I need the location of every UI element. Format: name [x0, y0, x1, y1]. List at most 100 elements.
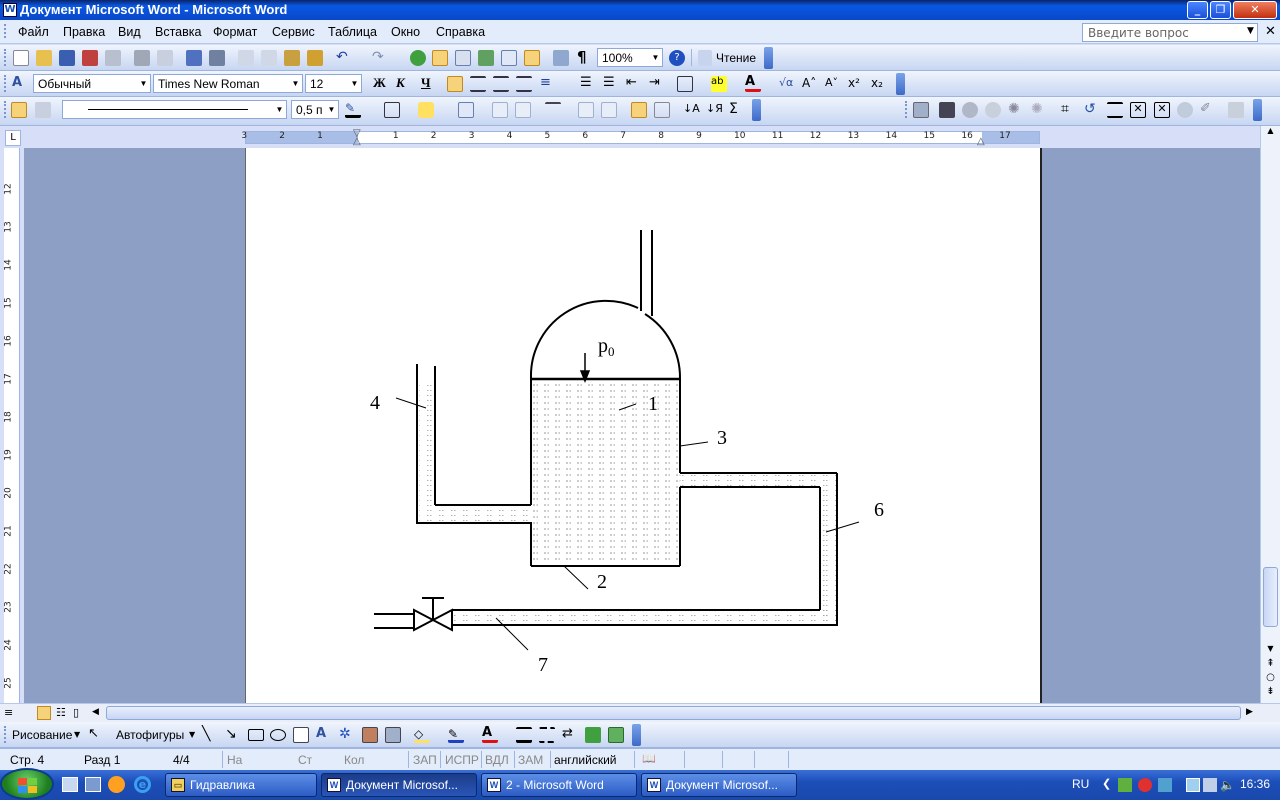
- reset-picture-icon[interactable]: [1228, 102, 1244, 118]
- normal-view-icon[interactable]: ≡: [4, 706, 13, 719]
- more-contrast-icon[interactable]: [962, 102, 978, 118]
- underline-button[interactable]: Ч: [421, 75, 431, 91]
- rotate-left-icon[interactable]: ↺: [1084, 102, 1100, 118]
- show-formatting-icon[interactable]: ¶: [577, 50, 593, 66]
- scroll-up-icon[interactable]: ▲: [1263, 126, 1278, 138]
- toolbar-grip[interactable]: [4, 101, 7, 118]
- horizontal-scrollbar[interactable]: ≡ ☷ ▯ ◀ ▶: [0, 703, 1280, 722]
- arrow-style-icon[interactable]: ⇄: [562, 727, 578, 743]
- clip-art-icon[interactable]: [362, 727, 378, 743]
- taskbar-item-document-2[interactable]: W Документ Microsof...: [641, 773, 797, 797]
- scroll-thumb[interactable]: [1263, 567, 1278, 627]
- insert-table-icon[interactable]: [458, 102, 474, 118]
- paste-icon[interactable]: [284, 50, 300, 66]
- less-contrast-icon[interactable]: [985, 102, 1001, 118]
- increase-indent-icon[interactable]: ⇥: [649, 76, 665, 92]
- menu-edit[interactable]: Правка: [63, 25, 105, 39]
- start-button[interactable]: [0, 768, 54, 800]
- color-icon[interactable]: [939, 102, 955, 118]
- autoformat-icon[interactable]: [631, 102, 647, 118]
- eraser-icon[interactable]: [35, 102, 51, 118]
- scroll-right-icon[interactable]: ▶: [1246, 707, 1253, 717]
- language-indicator[interactable]: RU: [1072, 777, 1089, 791]
- align-right-icon[interactable]: [493, 76, 509, 92]
- more-brightness-icon[interactable]: ✺: [1008, 102, 1024, 118]
- email-icon[interactable]: [105, 50, 121, 66]
- status-overtype[interactable]: ЗАМ: [518, 753, 543, 767]
- sort-descending-icon[interactable]: ↓Я: [706, 102, 723, 118]
- previous-page-icon[interactable]: ⇞: [1263, 658, 1278, 670]
- scroll-left-icon[interactable]: ◀: [92, 707, 99, 717]
- align-center-icon[interactable]: [470, 76, 486, 92]
- reading-mode-icon[interactable]: [698, 50, 712, 66]
- network-icon[interactable]: [1186, 778, 1200, 792]
- align-left-icon[interactable]: [447, 76, 463, 92]
- align-cell-icon[interactable]: [545, 102, 561, 118]
- copy-icon[interactable]: [261, 50, 277, 66]
- merge-cells-icon[interactable]: [492, 102, 508, 118]
- research-icon[interactable]: [209, 50, 225, 66]
- volume-icon[interactable]: 🔈: [1220, 778, 1235, 792]
- dash-style-icon[interactable]: [539, 727, 555, 743]
- line-weight-icon[interactable]: [516, 727, 532, 743]
- line-style-icon[interactable]: [1107, 102, 1123, 118]
- vertical-scrollbar[interactable]: ▲ ▼ ⇞ ○ ⇟: [1260, 126, 1280, 703]
- toolbar-grip[interactable]: [4, 726, 7, 743]
- superscript-icon[interactable]: x²: [848, 76, 864, 92]
- menu-view[interactable]: Вид: [118, 25, 141, 39]
- rectangle-icon[interactable]: [248, 729, 264, 741]
- toolbar-options-icon[interactable]: [764, 47, 773, 69]
- toolbar-options-icon[interactable]: [752, 99, 761, 121]
- border-color-icon[interactable]: ✎: [345, 102, 361, 118]
- spelling-status-icon[interactable]: 📖: [642, 752, 664, 766]
- compress-pictures-icon[interactable]: ✕: [1130, 102, 1146, 118]
- text-box-icon[interactable]: [293, 727, 309, 743]
- toolbar-grip[interactable]: [4, 49, 7, 66]
- styles-formatting-icon[interactable]: A: [12, 76, 28, 92]
- grow-font-icon[interactable]: A˄: [802, 76, 818, 92]
- clock[interactable]: 16:36: [1240, 777, 1270, 791]
- numbering-icon[interactable]: ☰: [580, 76, 596, 92]
- help-icon[interactable]: ?: [669, 50, 685, 66]
- right-indent-icon[interactable]: △: [977, 136, 985, 147]
- autoshapes-button[interactable]: Автофигуры: [116, 728, 184, 742]
- taskbar-item-gidravlika[interactable]: ▭ Гидравлика: [165, 773, 317, 797]
- taskbar-item-word-group[interactable]: W 2 - Microsoft Word: [481, 773, 637, 797]
- horizontal-scroll-thumb[interactable]: [106, 706, 1241, 720]
- menu-grip[interactable]: [4, 24, 14, 38]
- antivirus-icon[interactable]: [1138, 778, 1152, 792]
- left-indent-icon[interactable]: △: [353, 136, 361, 147]
- insert-picture-icon[interactable]: [913, 102, 929, 118]
- tab-selector-icon[interactable]: L: [5, 130, 21, 146]
- reading-view-icon[interactable]: ▯: [73, 706, 79, 719]
- split-cells-icon[interactable]: [515, 102, 531, 118]
- tables-borders-icon[interactable]: [432, 50, 448, 66]
- distribute-columns-icon[interactable]: [601, 102, 617, 118]
- vertical-ruler[interactable]: 12 13 14 15 16 17 18 19 20 21 22 23 24 25: [4, 148, 20, 703]
- menu-table[interactable]: Таблица: [328, 25, 377, 39]
- status-language[interactable]: английский: [554, 753, 616, 767]
- media-player-icon[interactable]: [108, 776, 125, 793]
- hyperlink-icon[interactable]: [410, 50, 426, 66]
- undo-icon[interactable]: ↶: [336, 50, 352, 66]
- arrow-icon[interactable]: ↘: [225, 727, 241, 743]
- chevron-left-icon[interactable]: ❮: [1102, 777, 1111, 790]
- toolbar-options-icon[interactable]: [896, 73, 905, 95]
- format-painter-icon[interactable]: [307, 50, 323, 66]
- drawing-toggle-icon[interactable]: [524, 50, 540, 66]
- safely-remove-icon[interactable]: [1203, 778, 1217, 792]
- set-transparent-color-icon[interactable]: ✐: [1200, 102, 1216, 118]
- cut-icon[interactable]: [238, 50, 254, 66]
- text-wrapping-icon[interactable]: ✕: [1154, 102, 1170, 118]
- menu-file[interactable]: Файл: [18, 25, 49, 39]
- oval-icon[interactable]: [270, 729, 286, 741]
- italic-button[interactable]: К: [396, 75, 405, 91]
- status-record[interactable]: ЗАП: [413, 753, 437, 767]
- text-direction-icon[interactable]: [654, 102, 670, 118]
- close-document-icon[interactable]: ✕: [1265, 24, 1276, 39]
- menu-help[interactable]: Справка: [436, 25, 485, 39]
- permission-icon[interactable]: [82, 50, 98, 66]
- decrease-indent-icon[interactable]: ⇤: [626, 76, 642, 92]
- new-document-icon[interactable]: [13, 50, 29, 66]
- line-style-select[interactable]: ▼: [62, 100, 287, 119]
